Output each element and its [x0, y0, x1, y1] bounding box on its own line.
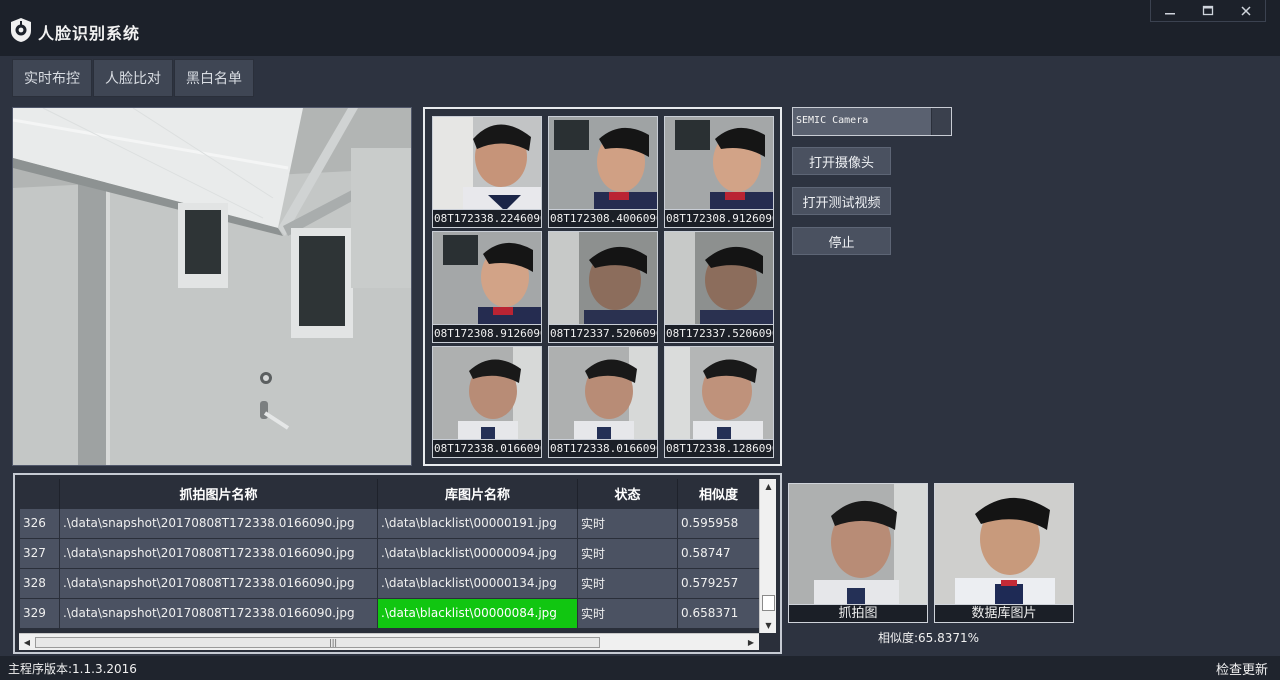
face-thumbnail[interactable]: 08T172308.91260908 — [664, 116, 774, 228]
horizontal-scrollbar[interactable]: ◀ ||| ▶ — [19, 633, 759, 650]
thumbnail-label: 08T172338.22460908 — [433, 209, 541, 227]
column-header[interactable]: 相似度 — [677, 479, 760, 508]
row-id: 327 — [19, 537, 60, 569]
library-name: .\data\blacklist\00000134.jpg — [377, 567, 578, 599]
scroll-down-arrow-icon[interactable]: ▼ — [760, 618, 777, 633]
thumbnail-label: 08T172338.01660908 — [433, 439, 541, 457]
title-bar: 人脸识别系统 — [0, 0, 1280, 56]
thumbnail-label: 08T172308.91260908 — [433, 324, 541, 342]
open-camera-button[interactable]: 打开摄像头 — [792, 147, 891, 175]
table-row[interactable]: 329 .\data\snapshot\20170808T172338.0166… — [19, 597, 760, 629]
column-header[interactable]: 状态 — [577, 479, 678, 508]
scrollbar-thumb[interactable] — [762, 595, 775, 611]
snapshot-name: .\data\snapshot\20170808T172338.0166090.… — [59, 507, 378, 539]
face-thumbnail[interactable]: 08T172338.01660908 — [548, 346, 658, 458]
tab-realtime-monitor[interactable]: 实时布控 — [12, 59, 92, 97]
table-row[interactable]: 328 .\data\snapshot\20170808T172338.0166… — [19, 567, 760, 599]
stop-button[interactable]: 停止 — [792, 227, 891, 255]
library-name-highlighted: .\data\blacklist\00000084.jpg — [377, 597, 578, 629]
table-row[interactable]: 327 .\data\snapshot\20170808T172338.0166… — [19, 537, 760, 569]
scrollbar-thumb[interactable]: ||| — [35, 637, 600, 648]
snapshot-name: .\data\snapshot\20170808T172338.0166090.… — [59, 537, 378, 569]
thumbnail-label: 08T172337.52060908 — [665, 324, 773, 342]
grip-icon: ||| — [329, 638, 338, 647]
thumbnail-label: 08T172308.40060908 — [549, 209, 657, 227]
tab-face-compare[interactable]: 人脸比对 — [93, 59, 173, 97]
camera-select-value: SEMIC Camera — [796, 115, 869, 126]
tab-blacklist-whitelist[interactable]: 黑白名单 — [174, 59, 254, 97]
table-header: 抓拍图片名称 库图片名称 状态 相似度 — [19, 479, 760, 508]
snapshot-label: 抓拍图 — [789, 604, 927, 622]
status: 实时 — [577, 537, 678, 569]
status: 实时 — [577, 597, 678, 629]
window-controls — [1150, 0, 1266, 22]
status: 实时 — [577, 567, 678, 599]
snapshot-name: .\data\snapshot\20170808T172338.0166090.… — [59, 567, 378, 599]
column-header[interactable]: 抓拍图片名称 — [59, 479, 378, 508]
camera-select[interactable]: SEMIC Camera — [792, 107, 952, 136]
row-id: 329 — [19, 597, 60, 629]
status: 实时 — [577, 507, 678, 539]
check-update-link[interactable]: 检查更新 — [1216, 659, 1268, 678]
face-thumbnail[interactable]: 08T172338.01660908 — [432, 346, 542, 458]
snapshot-compare-image: 抓拍图 — [788, 483, 928, 623]
version-text: 主程序版本:1.1.3.2016 — [8, 662, 137, 676]
thumbnail-label: 08T172308.91260908 — [665, 209, 773, 227]
snapshot-name: .\data\snapshot\20170808T172338.0166090.… — [59, 597, 378, 629]
match-results-table: 抓拍图片名称 库图片名称 状态 相似度 326 .\data\snapshot\… — [13, 473, 782, 654]
status-bar: 主程序版本:1.1.3.2016 检查更新 — [0, 656, 1280, 680]
thumbnail-label: 08T172338.01660908 — [549, 439, 657, 457]
row-id: 328 — [19, 567, 60, 599]
table-row[interactable]: 326 .\data\snapshot\20170808T172338.0166… — [19, 507, 760, 539]
minimize-icon[interactable] — [1151, 0, 1189, 22]
similarity-readout: 相似度:65.8371% — [878, 631, 980, 645]
column-header[interactable] — [19, 479, 60, 508]
main-tabs: 实时布控 人脸比对 黑白名单 — [12, 59, 255, 97]
shield-logo-icon — [10, 17, 32, 43]
library-name: .\data\blacklist\00000191.jpg — [377, 507, 578, 539]
face-thumbnail[interactable]: 08T172337.52060908 — [664, 231, 774, 343]
scroll-left-arrow-icon[interactable]: ◀ — [19, 634, 35, 651]
face-thumbnail[interactable]: 08T172308.40060908 — [548, 116, 658, 228]
similarity: 0.658371 — [677, 597, 760, 629]
thumbnail-label: 08T172337.52060908 — [549, 324, 657, 342]
similarity: 0.579257 — [677, 567, 760, 599]
scroll-right-arrow-icon[interactable]: ▶ — [743, 634, 759, 651]
app-title: 人脸识别系统 — [38, 24, 141, 43]
maximize-icon[interactable] — [1189, 0, 1227, 22]
vertical-scrollbar[interactable]: ▲ ▼ — [759, 479, 776, 633]
row-id: 326 — [19, 507, 60, 539]
database-compare-image: 数据库图片 — [934, 483, 1074, 623]
open-test-video-button[interactable]: 打开测试视频 — [792, 187, 891, 215]
dropdown-arrow-icon[interactable] — [931, 108, 951, 135]
face-thumbnail[interactable]: 08T172337.52060908 — [548, 231, 658, 343]
snapshot-thumbnail-grid: 08T172338.22460908 08T172308.40060908 08… — [423, 107, 782, 466]
similarity: 0.58747 — [677, 537, 760, 569]
column-header[interactable]: 库图片名称 — [377, 479, 578, 508]
database-image-label: 数据库图片 — [935, 604, 1073, 622]
library-name: .\data\blacklist\00000094.jpg — [377, 537, 578, 569]
scroll-up-arrow-icon[interactable]: ▲ — [760, 479, 777, 494]
similarity: 0.595958 — [677, 507, 760, 539]
face-thumbnail[interactable]: 08T172338.22460908 — [432, 116, 542, 228]
face-thumbnail[interactable]: 08T172308.91260908 — [432, 231, 542, 343]
face-thumbnail[interactable]: 08T172338.12860908 — [664, 346, 774, 458]
live-video-view — [12, 107, 412, 466]
close-icon[interactable] — [1227, 0, 1265, 22]
thumbnail-label: 08T172338.12860908 — [665, 439, 773, 457]
